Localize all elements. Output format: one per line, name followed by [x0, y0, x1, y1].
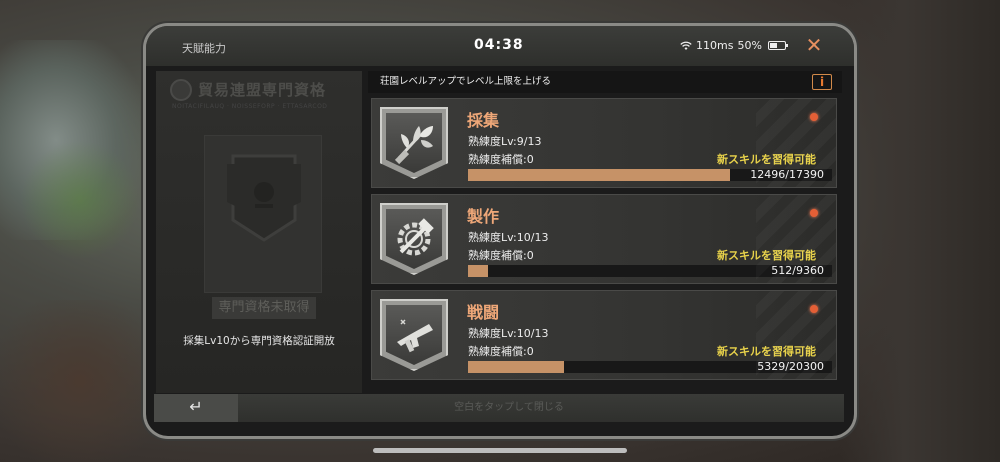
skill-level: 熟練度Lv:10/13 — [468, 231, 549, 244]
clock: 04:38 — [474, 37, 524, 53]
network-latency: 110ms — [696, 39, 734, 52]
background-right — [840, 0, 1000, 462]
background-foliage — [20, 140, 140, 260]
skill-name: 採集 — [467, 111, 500, 130]
skill-compensation: 熟練度補償:0 — [468, 345, 534, 358]
new-skill-available: 新スキルを習得可能 — [717, 345, 816, 358]
notice-bar: 荘園レベルアップでレベル上限を上げる i — [368, 71, 842, 93]
close-hint[interactable]: 空白をタップして閉じる — [154, 394, 844, 422]
skill-progress-bar: 512/9360 — [468, 264, 832, 277]
gear-hammer-icon — [380, 203, 448, 275]
battery-percent: 50% — [737, 39, 762, 52]
status-bar: 天賦能力 04:38 110ms 50% ✕ — [146, 26, 854, 66]
back-arrow-icon: ↵ — [189, 397, 203, 416]
new-skill-available: 新スキルを習得可能 — [717, 249, 816, 262]
skill-card-crafting[interactable]: 製作 熟練度Lv:10/13 熟練度補償:0 新スキルを習得可能 512/936… — [371, 194, 837, 284]
skill-compensation: 熟練度補償:0 — [468, 249, 534, 262]
notification-dot — [810, 305, 818, 313]
progress-fill — [468, 265, 488, 277]
progress-text: 512/9360 — [771, 264, 824, 277]
unlock-condition: 採集Lv10から専門資格認証開放 — [183, 335, 335, 347]
progress-fill — [468, 169, 730, 181]
back-button[interactable]: ↵ — [154, 394, 238, 422]
status-indicators: 110ms 50% — [680, 39, 788, 52]
leaf-branch-icon — [380, 107, 448, 179]
game-window: 天賦能力 04:38 110ms 50% ✕ 貿易連盟専門資格 NOITACIF… — [146, 26, 854, 436]
notification-dot — [810, 209, 818, 217]
skill-card-gathering[interactable]: 採集 熟練度Lv:9/13 熟練度補償:0 新スキルを習得可能 12496/17… — [371, 98, 837, 188]
skill-progress-bar: 12496/17390 — [468, 168, 832, 181]
progress-text: 5329/20300 — [757, 360, 824, 373]
skill-card-combat[interactable]: 戦闘 熟練度Lv:10/13 熟練度補償:0 新スキルを習得可能 5329/20… — [371, 290, 837, 380]
progress-text: 12496/17390 — [750, 168, 824, 181]
home-indicator[interactable] — [373, 448, 627, 453]
bottom-bar: 空白をタップして閉じる ↵ — [154, 394, 844, 422]
skill-name: 戦闘 — [467, 303, 500, 322]
skill-level: 熟練度Lv:10/13 — [468, 327, 549, 340]
qualification-status: 専門資格未取得 — [212, 297, 316, 319]
notice-text: 荘園レベルアップでレベル上限を上げる — [380, 76, 552, 87]
wifi-icon — [680, 41, 692, 51]
notification-dot — [810, 113, 818, 121]
battery-icon — [767, 41, 788, 50]
submachine-gun-icon — [380, 299, 448, 371]
skill-name: 製作 — [467, 207, 500, 226]
window-title: 天賦能力 — [182, 42, 226, 55]
new-skill-available: 新スキルを習得可能 — [717, 153, 816, 166]
skill-compensation: 熟練度補償:0 — [468, 153, 534, 166]
close-button[interactable]: ✕ — [804, 35, 824, 56]
qualification-badge — [204, 135, 322, 293]
banner-badge-icon — [227, 154, 301, 242]
skill-progress-bar: 5329/20300 — [468, 360, 832, 373]
guild-title: 貿易連盟専門資格 — [198, 81, 327, 99]
progress-fill — [468, 361, 564, 373]
background-ground — [0, 300, 160, 462]
guild-subtitle: NOITACIFILAUQ · NOISSEFORP · ETTASARCOD — [172, 103, 328, 110]
qualification-panel: 貿易連盟専門資格 NOITACIFILAUQ · NOISSEFORP · ET… — [156, 71, 362, 393]
info-button[interactable]: i — [812, 74, 832, 90]
guild-logo-icon — [170, 79, 192, 101]
skill-level: 熟練度Lv:9/13 — [468, 135, 542, 148]
skill-list: 荘園レベルアップでレベル上限を上げる i 採集 熟練度Lv:9/13 熟練度補償… — [368, 71, 842, 393]
